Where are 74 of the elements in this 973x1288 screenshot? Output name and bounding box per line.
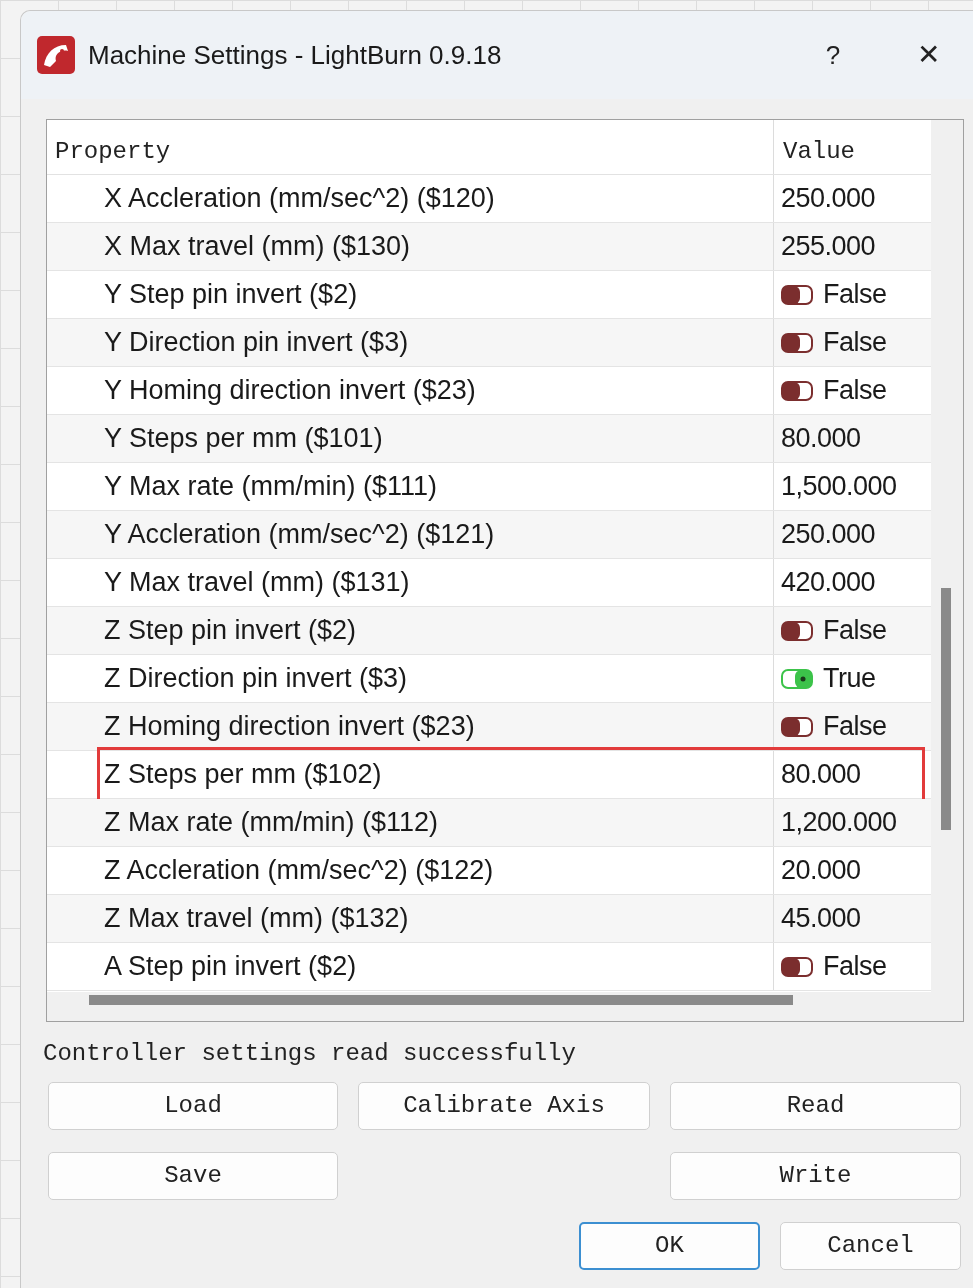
value-cell[interactable]: False [773, 943, 921, 990]
horizontal-scrollbar-thumb[interactable] [89, 995, 793, 1005]
value-cell[interactable]: 255.000 [773, 223, 921, 270]
table-row[interactable]: Y Max rate (mm/min) ($111) 1,500.000 [47, 463, 932, 511]
toggle-icon[interactable] [781, 956, 813, 977]
value-cell[interactable]: True [773, 655, 921, 702]
value-cell[interactable]: 80.000 [773, 415, 921, 462]
scrollbar-thumb[interactable] [941, 588, 952, 830]
dialog-button[interactable]: Read [670, 1082, 961, 1130]
table-row[interactable]: Y Direction pin invert ($3) False [47, 319, 932, 367]
property-cell-text: Z Homing direction invert ($23) [103, 710, 476, 744]
value-cell[interactable]: 45.000 [773, 895, 921, 942]
toggle-icon[interactable] [781, 380, 813, 401]
table-row[interactable]: Y Max travel (mm) ($131) 420.000 [47, 559, 932, 607]
column-header[interactable]: Value [773, 120, 921, 174]
close-button[interactable]: ✕ [908, 34, 948, 76]
value-cell[interactable]: 250.000 [773, 175, 921, 222]
dialog-button[interactable]: Calibrate Axis [358, 1082, 650, 1130]
table-row[interactable]: Z Homing direction invert ($23) False [47, 703, 932, 751]
property-cell-text: Y Accleration (mm/sec^2) ($121) [103, 518, 496, 552]
dialog-button[interactable]: Write [670, 1152, 961, 1200]
property-cell-text: X Accleration (mm/sec^2) ($120) [103, 182, 496, 216]
property-cell-text: Y Steps per mm ($101) [103, 422, 384, 456]
property-cell-text: A Step pin invert ($2) [103, 950, 358, 984]
status-message: Controller settings read successfully [43, 1039, 577, 1069]
table-row[interactable]: Z Max rate (mm/min) ($112) 1,200.000 [47, 799, 932, 847]
toggle-icon[interactable] [781, 332, 813, 353]
property-cell-text: Y Homing direction invert ($23) [103, 374, 477, 408]
property-cell-text: Z Max rate (mm/min) ($112) [103, 806, 440, 840]
table-row[interactable]: Z Step pin invert ($2) False [47, 607, 932, 655]
value-cell[interactable]: 250.000 [773, 511, 921, 558]
toggle-icon[interactable] [781, 284, 813, 305]
value-cell[interactable]: False [773, 703, 921, 750]
table-row[interactable]: Z Max travel (mm) ($132) 45.000 [47, 895, 932, 943]
table-row[interactable]: Y Steps per mm ($101) 80.000 [47, 415, 932, 463]
value-cell[interactable]: False [773, 367, 921, 414]
property-cell-text: Z Direction pin invert ($3) [103, 662, 409, 696]
value-cell[interactable]: 20.000 [773, 847, 921, 894]
table-row[interactable]: Y Accleration (mm/sec^2) ($121) 250.000 [47, 511, 932, 559]
value-cell[interactable]: 1,500.000 [773, 463, 921, 510]
vertical-scrollbar[interactable] [931, 120, 963, 992]
help-button[interactable]: ? [813, 35, 853, 75]
window-title: Machine Settings - LightBurn 0.9.18 [88, 38, 502, 72]
dialog-button[interactable]: OK [579, 1222, 760, 1270]
property-cell-text: Z Step pin invert ($2) [103, 614, 358, 648]
table-row[interactable]: Y Homing direction invert ($23) False [47, 367, 932, 415]
table-row[interactable]: Z Direction pin invert ($3) True [47, 655, 932, 703]
table-row[interactable]: Z Accleration (mm/sec^2) ($122) 20.000 [47, 847, 932, 895]
value-cell[interactable]: False [773, 271, 921, 318]
toggle-icon[interactable] [781, 716, 813, 737]
dialog-button[interactable]: Save [48, 1152, 338, 1200]
dialog-button[interactable]: Cancel [780, 1222, 961, 1270]
table-row[interactable]: Y Step pin invert ($2) False [47, 271, 932, 319]
toggle-icon[interactable] [781, 620, 813, 641]
value-cell[interactable]: False [773, 607, 921, 654]
column-header[interactable]: Property [47, 120, 773, 174]
toggle-icon[interactable] [781, 668, 813, 689]
value-cell[interactable]: False [773, 319, 921, 366]
value-cell[interactable]: 420.000 [773, 559, 921, 606]
property-cell-text: Y Max rate (mm/min) ($111) [103, 470, 439, 504]
property-cell-text: Y Max travel (mm) ($131) [103, 566, 411, 600]
value-cell[interactable]: 1,200.000 [773, 799, 921, 846]
property-cell-text: Z Accleration (mm/sec^2) ($122) [103, 854, 495, 888]
property-cell-text: Z Steps per mm ($102) [103, 758, 383, 792]
app-logo-icon [36, 35, 76, 75]
value-cell[interactable]: 80.000 [773, 751, 921, 798]
table-row[interactable]: X Max travel (mm) ($130) 255.000 [47, 223, 932, 271]
property-cell-text: X Max travel (mm) ($130) [103, 230, 412, 264]
property-cell-text: Y Step pin invert ($2) [103, 278, 359, 312]
table-row[interactable]: X Accleration (mm/sec^2) ($120) 250.000 [47, 175, 932, 223]
dialog-button[interactable]: Load [48, 1082, 338, 1130]
property-cell-text: Y Direction pin invert ($3) [103, 326, 410, 360]
table-row[interactable]: A Step pin invert ($2) False [47, 943, 932, 991]
property-cell-text: Z Max travel (mm) ($132) [103, 902, 410, 936]
